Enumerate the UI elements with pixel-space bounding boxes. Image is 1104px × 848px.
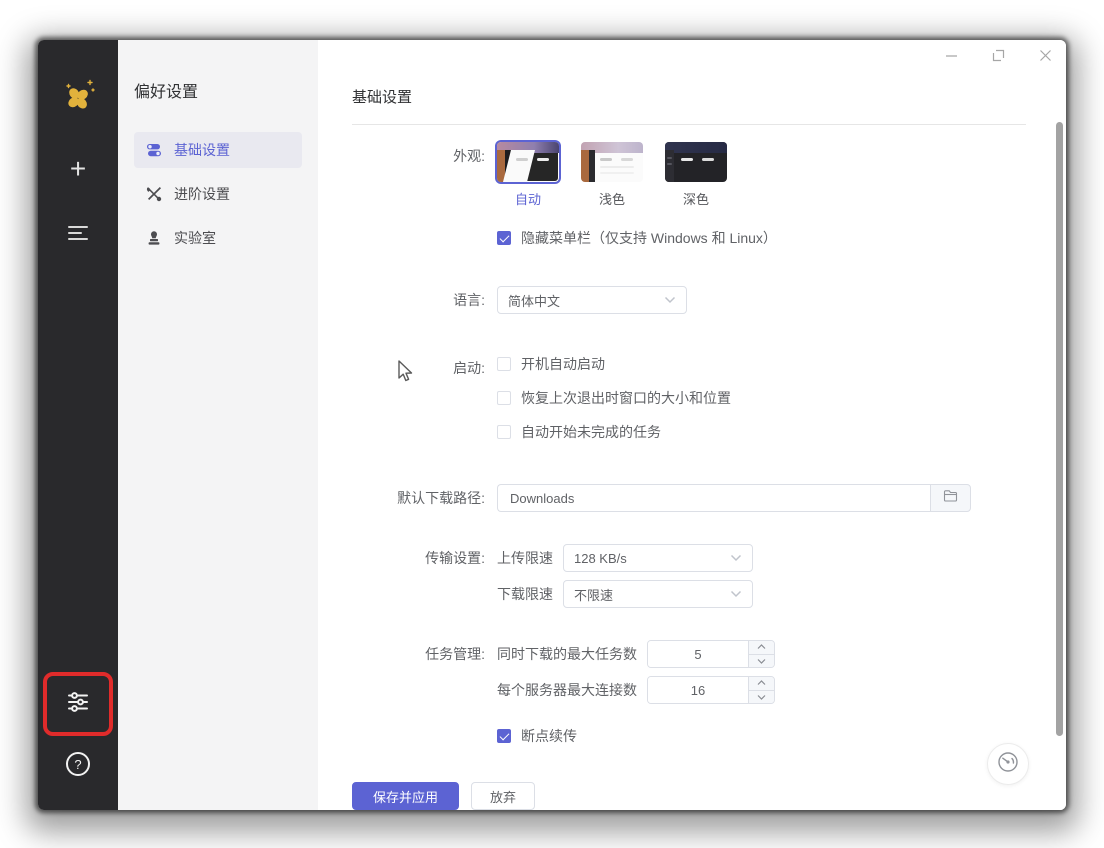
upload-limit-select[interactable]: 128 KB/s bbox=[563, 544, 753, 572]
max-connections-decrease-button[interactable] bbox=[749, 691, 774, 704]
startup-option-label: 自动开始未完成的任务 bbox=[521, 422, 661, 442]
red-annotation-highlight bbox=[43, 672, 113, 736]
theme-light-thumbnail bbox=[581, 142, 643, 182]
help-icon: ? bbox=[65, 751, 91, 782]
startup-auto-launch-row[interactable]: 开机自动启动 bbox=[497, 354, 731, 374]
language-value: 简体中文 bbox=[508, 291, 560, 310]
download-path-label: 默认下载路径: bbox=[352, 484, 497, 512]
download-limit-select[interactable]: 不限速 bbox=[563, 580, 753, 608]
appearance-label: 外观: bbox=[352, 142, 497, 170]
language-select[interactable]: 简体中文 bbox=[497, 286, 687, 314]
sidebar-item-advanced-settings[interactable]: 进阶设置 bbox=[134, 176, 302, 212]
chevron-down-icon bbox=[730, 549, 742, 567]
close-button[interactable] bbox=[1038, 48, 1052, 62]
scrollbar-thumb[interactable] bbox=[1056, 122, 1063, 736]
max-tasks-input[interactable] bbox=[648, 641, 748, 667]
max-connections-input[interactable] bbox=[648, 677, 748, 703]
theme-label: 浅色 bbox=[599, 189, 625, 208]
window-controls bbox=[944, 48, 1052, 62]
startup-option-label: 开机自动启动 bbox=[521, 354, 605, 374]
theme-auto-thumbnail bbox=[497, 142, 559, 182]
preferences-sidebar: 偏好设置 基础设置 bbox=[118, 40, 318, 810]
sidebar-item-lab[interactable]: 实验室 bbox=[134, 220, 302, 256]
startup-restore-window-row[interactable]: 恢复上次退出时窗口的大小和位置 bbox=[497, 388, 731, 408]
theme-options: 自动 浅色 bbox=[497, 142, 777, 208]
theme-option-dark[interactable]: 深色 bbox=[665, 142, 727, 208]
preferences-button[interactable] bbox=[60, 686, 96, 722]
sidebar-item-label: 基础设置 bbox=[174, 140, 230, 160]
language-label: 语言: bbox=[352, 286, 497, 314]
app-window: + bbox=[38, 40, 1066, 810]
transfer-label: 传输设置: bbox=[352, 544, 497, 572]
startup-resume-tasks-row[interactable]: 自动开始未完成的任务 bbox=[497, 422, 731, 442]
max-connections-stepper bbox=[647, 676, 775, 704]
theme-option-auto[interactable]: 自动 bbox=[497, 142, 559, 208]
download-limit-label: 下载限速 bbox=[497, 580, 553, 608]
max-connections-increase-button[interactable] bbox=[749, 677, 774, 691]
discard-button[interactable]: 放弃 bbox=[471, 782, 535, 810]
hide-menubar-checkbox-row[interactable]: 隐藏菜单栏（仅支持 Windows 和 Linux） bbox=[497, 228, 777, 248]
max-tasks-decrease-button[interactable] bbox=[749, 655, 774, 668]
motrix-logo-icon bbox=[60, 78, 96, 121]
sidebar-item-label: 进阶设置 bbox=[174, 184, 230, 204]
startup-auto-launch-checkbox[interactable] bbox=[497, 357, 511, 371]
startup-resume-tasks-checkbox[interactable] bbox=[497, 425, 511, 439]
download-path-input[interactable] bbox=[497, 484, 930, 512]
hide-menubar-label: 隐藏菜单栏（仅支持 Windows 和 Linux） bbox=[521, 228, 777, 248]
browse-folder-button[interactable] bbox=[930, 484, 971, 512]
preferences-sliders-icon bbox=[66, 690, 90, 719]
speedometer-icon bbox=[996, 750, 1020, 779]
preferences-title: 偏好设置 bbox=[134, 78, 302, 102]
startup-restore-window-checkbox[interactable] bbox=[497, 391, 511, 405]
max-tasks-increase-button[interactable] bbox=[749, 641, 774, 655]
sidebar-item-label: 实验室 bbox=[174, 228, 216, 248]
startup-label: 启动: bbox=[352, 354, 497, 382]
main-content: 基础设置 外观: 自动 bbox=[318, 40, 1066, 810]
theme-dark-thumbnail bbox=[665, 142, 727, 182]
toggles-icon bbox=[146, 142, 162, 158]
chevron-down-icon bbox=[664, 291, 676, 309]
help-button[interactable]: ? bbox=[60, 748, 96, 784]
download-limit-value: 不限速 bbox=[574, 585, 613, 604]
speed-gauge-button[interactable] bbox=[987, 743, 1029, 785]
startup-option-label: 恢复上次退出时窗口的大小和位置 bbox=[521, 388, 731, 408]
upload-limit-value: 128 KB/s bbox=[574, 551, 627, 566]
max-tasks-label: 同时下载的最大任务数 bbox=[497, 640, 637, 668]
page-title: 基础设置 bbox=[352, 86, 1026, 107]
sidebar-rail: + bbox=[38, 40, 118, 810]
max-tasks-stepper bbox=[647, 640, 775, 668]
upload-limit-label: 上传限速 bbox=[497, 544, 553, 572]
maximize-button[interactable] bbox=[991, 48, 1005, 62]
chevron-down-icon bbox=[730, 585, 742, 603]
resume-checkbox[interactable] bbox=[497, 729, 511, 743]
lab-icon bbox=[146, 230, 162, 246]
add-task-icon: + bbox=[70, 155, 86, 183]
title-divider bbox=[352, 124, 1026, 125]
save-and-apply-button[interactable]: 保存并应用 bbox=[352, 782, 459, 810]
theme-label: 深色 bbox=[683, 189, 709, 208]
minimize-button[interactable] bbox=[944, 48, 958, 62]
max-connections-label: 每个服务器最大连接数 bbox=[497, 676, 637, 704]
task-management-label: 任务管理: bbox=[352, 640, 497, 668]
sidebar-item-basic-settings[interactable]: 基础设置 bbox=[134, 132, 302, 168]
svg-text:?: ? bbox=[74, 757, 81, 772]
resume-label: 断点续传 bbox=[521, 726, 577, 746]
task-list-button[interactable] bbox=[60, 217, 96, 253]
theme-option-light[interactable]: 浅色 bbox=[581, 142, 643, 208]
hide-menubar-checkbox[interactable] bbox=[497, 231, 511, 245]
resume-checkbox-row[interactable]: 断点续传 bbox=[497, 726, 775, 746]
add-task-button[interactable]: + bbox=[60, 151, 96, 187]
task-list-icon bbox=[67, 225, 89, 246]
folder-icon bbox=[943, 489, 958, 507]
tools-icon bbox=[146, 186, 162, 202]
theme-label: 自动 bbox=[515, 189, 541, 208]
